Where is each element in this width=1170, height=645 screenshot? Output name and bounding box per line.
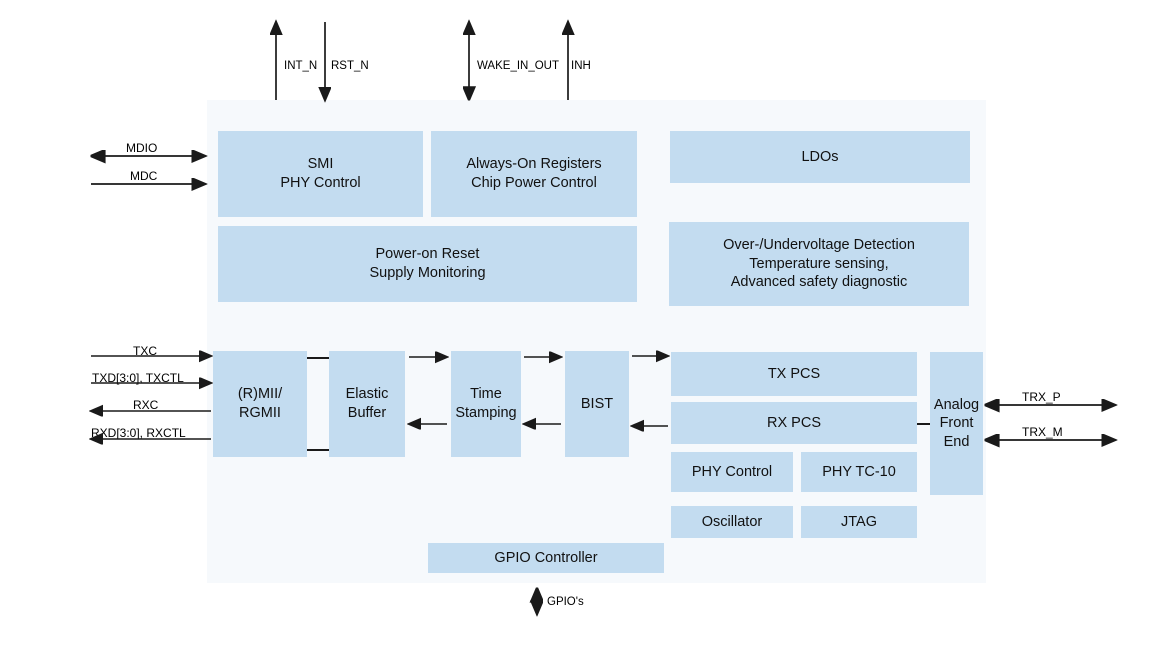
block-phy-tc10: PHY TC-10 <box>801 452 917 492</box>
block-rmii-rgmii: (R)MII/ RGMII <box>213 351 307 457</box>
signal-label-gpios: GPIO's <box>547 596 584 608</box>
block-power-on-reset: Power-on Reset Supply Monitoring <box>218 226 637 302</box>
block-gpio-controller: GPIO Controller <box>428 543 664 573</box>
signal-label-mdio: MDIO <box>126 141 158 155</box>
block-diagram: SMI PHY Control Always-On Registers Chip… <box>0 0 1170 645</box>
block-bist: BIST <box>565 351 629 457</box>
block-oscillator: Oscillator <box>671 506 793 538</box>
signal-label-rst-n: RST_N <box>331 60 369 72</box>
block-smi: SMI PHY Control <box>218 131 423 217</box>
block-time-stamping: Time Stamping <box>451 351 521 457</box>
block-rx-pcs: RX PCS <box>671 402 917 444</box>
signal-label-rxd: RXD[3:0], RXCTL <box>91 426 186 440</box>
signal-label-txc: TXC <box>133 344 157 358</box>
signal-label-int-n: INT_N <box>284 60 318 72</box>
block-always-on-registers: Always-On Registers Chip Power Control <box>431 131 637 217</box>
signal-label-txd: TXD[3:0], TXCTL <box>92 371 184 385</box>
signal-label-rxc: RXC <box>133 398 159 412</box>
block-analog-front-end: Analog Front End <box>930 352 983 495</box>
signal-label-inh: INH <box>571 60 591 72</box>
block-elastic-buffer: Elastic Buffer <box>329 351 405 457</box>
block-tx-pcs: TX PCS <box>671 352 917 396</box>
block-ldos: LDOs <box>670 131 970 183</box>
block-phy-control: PHY Control <box>671 452 793 492</box>
block-jtag: JTAG <box>801 506 917 538</box>
signal-label-wake-in-out: WAKE_IN_OUT <box>477 60 560 72</box>
block-safety-diagnostics: Over-/Undervoltage Detection Temperature… <box>669 222 969 306</box>
signal-label-trx-p: TRX_P <box>1022 390 1061 404</box>
signal-label-mdc: MDC <box>130 169 158 183</box>
signal-label-trx-m: TRX_M <box>1022 425 1063 439</box>
